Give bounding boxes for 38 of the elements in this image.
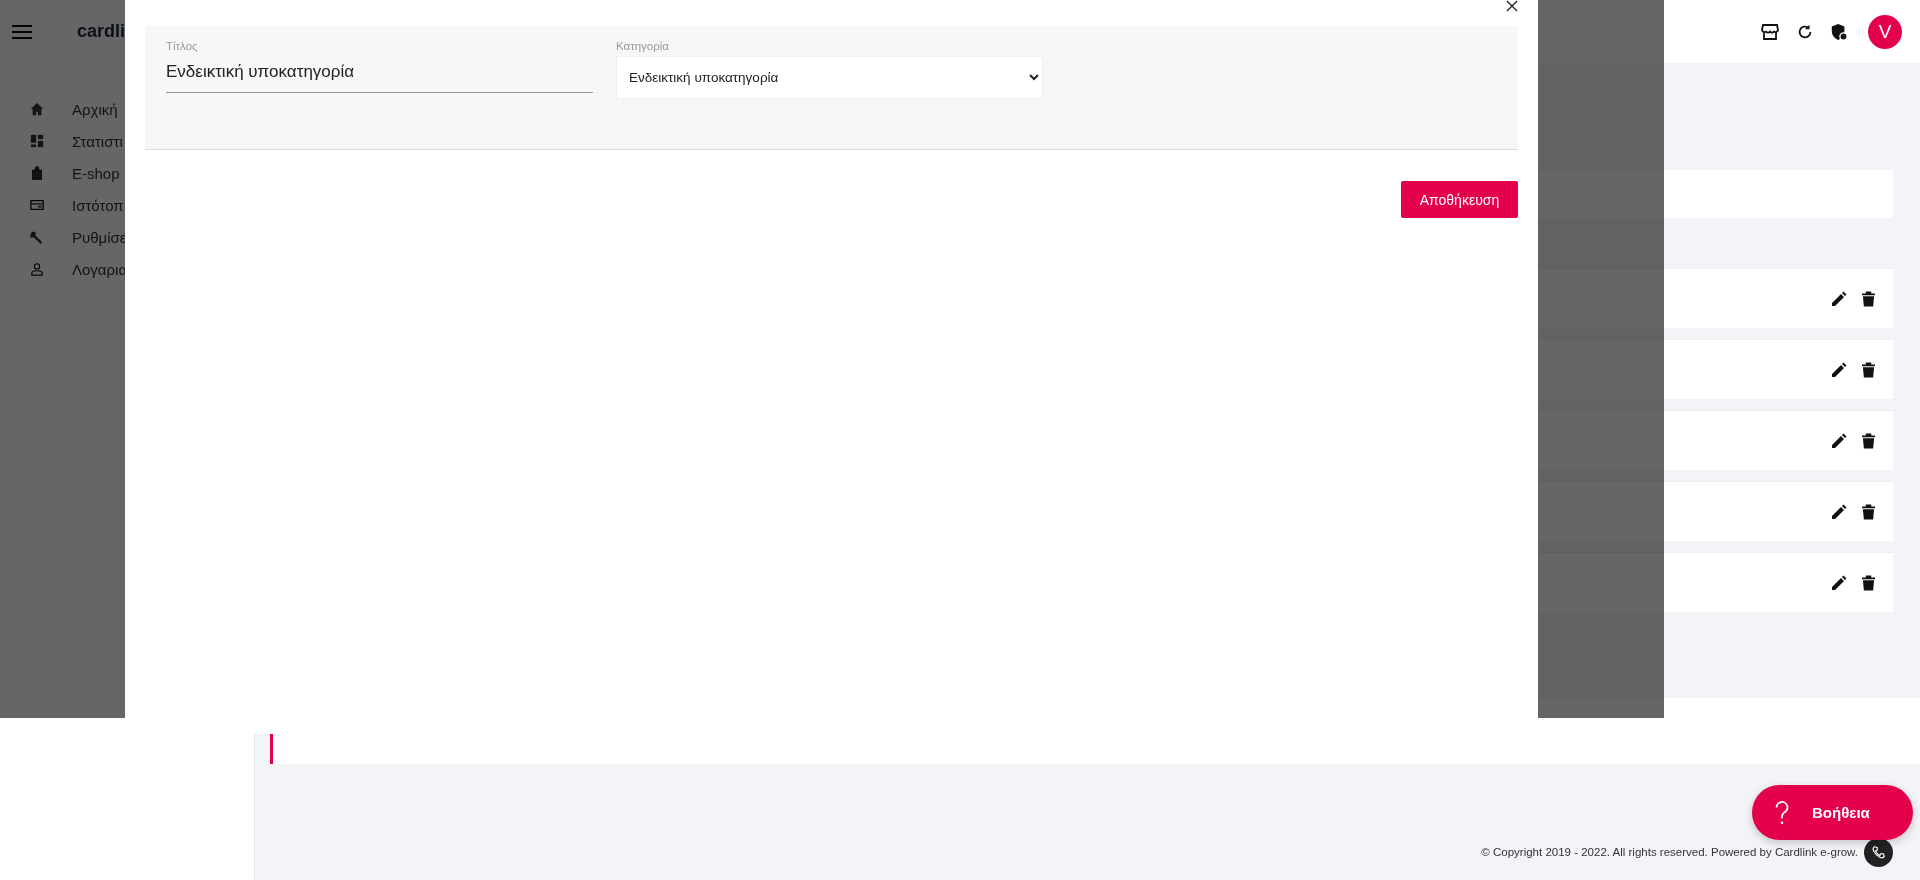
question-icon	[1774, 800, 1790, 825]
dashboard-icon	[30, 134, 44, 148]
trash-icon[interactable]	[1862, 574, 1875, 591]
shield-icon[interactable]	[1830, 22, 1848, 41]
menu-icon[interactable]	[12, 24, 32, 39]
sidebar-item[interactable]: Λογαρια	[0, 253, 254, 285]
copyright-text: © Copyright 2019 - 2022. All rights reserved. Powered by Cardlink e-grow.	[1481, 846, 1858, 858]
person-icon	[30, 262, 44, 276]
edit-icon[interactable]	[1831, 574, 1847, 591]
field-label: Κατηγορία	[616, 40, 670, 52]
wrench-icon	[30, 230, 44, 244]
sidebar-item[interactable]: Ιστότοπ	[0, 189, 254, 221]
edit-icon[interactable]	[1831, 361, 1847, 378]
trash-icon[interactable]	[1862, 361, 1875, 378]
refresh-icon[interactable]	[1796, 22, 1814, 41]
close-icon[interactable]	[1506, 0, 1518, 12]
bag-icon	[30, 166, 44, 180]
logo[interactable]: cardli	[77, 21, 126, 42]
help-button[interactable]: Βοήθεια	[1752, 785, 1913, 840]
sidebar-item[interactable]: Ρυθμίσε	[0, 221, 254, 253]
store-icon[interactable]	[1760, 21, 1780, 42]
trash-icon[interactable]	[1862, 432, 1875, 449]
trash-icon[interactable]	[1862, 290, 1875, 307]
title-field[interactable]: Ενδεικτική υποκατηγορία	[166, 58, 593, 93]
field-label: Τίτλος	[166, 40, 199, 52]
home-icon	[30, 102, 44, 116]
edit-icon[interactable]	[1831, 432, 1847, 449]
sidebar-item[interactable]: E-shop	[0, 157, 254, 189]
browser-icon	[30, 198, 44, 212]
phone-icon	[1871, 845, 1886, 859]
trash-icon[interactable]	[1862, 503, 1875, 520]
sidebar-item[interactable]: Αρχική	[0, 93, 254, 125]
save-button[interactable]: Αποθήκευση	[1401, 181, 1518, 218]
user-avatar[interactable]: V	[1868, 14, 1902, 49]
category-select[interactable]: Ενδεικτική υποκατηγορία	[616, 56, 1043, 99]
edit-icon[interactable]	[1831, 503, 1847, 520]
edit-icon[interactable]	[1831, 290, 1847, 307]
sidebar-item[interactable]: Στατιστι	[0, 125, 254, 157]
